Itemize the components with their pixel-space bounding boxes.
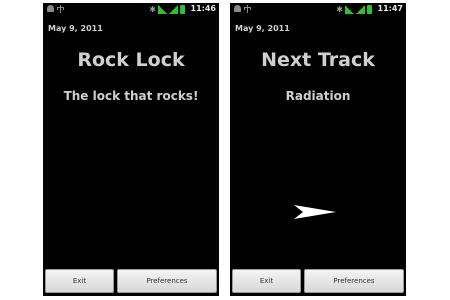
battery-icon xyxy=(180,5,185,14)
notification-icons xyxy=(234,5,251,13)
date-label: May 9, 2011 xyxy=(48,24,103,33)
status-clock: 11:46 xyxy=(190,4,216,13)
preferences-button[interactable]: Preferences xyxy=(117,269,217,293)
app-title: Rock Lock xyxy=(77,49,185,71)
status-bar: ✱ 11:46 xyxy=(43,3,219,17)
phone-screen-next-track: ✱ 11:47 May 9, 2011 Next Track Radiation… xyxy=(230,3,406,296)
system-icons: ✱ xyxy=(336,5,372,14)
bluetooth-icon: ✱ xyxy=(149,5,156,14)
android-icon xyxy=(234,5,241,12)
android-icon xyxy=(47,5,54,12)
arrow-right-icon[interactable] xyxy=(294,204,336,220)
button-bar: Exit Preferences xyxy=(230,269,406,296)
screenshot-stage: ✱ 11:46 May 9, 2011 Rock Lock The lock t… xyxy=(0,0,450,300)
signal-icon xyxy=(356,5,365,14)
phone-screen-lock: ✱ 11:46 May 9, 2011 Rock Lock The lock t… xyxy=(43,3,219,296)
notification-icons xyxy=(47,5,64,13)
system-icons: ✱ xyxy=(149,5,185,14)
wifi-icon xyxy=(345,5,354,14)
app-subtitle: The lock that rocks! xyxy=(63,89,199,103)
status-bar: ✱ 11:47 xyxy=(230,3,406,17)
button-bar: Exit Preferences xyxy=(43,269,219,296)
usb-icon xyxy=(57,5,64,13)
exit-button[interactable]: Exit xyxy=(45,269,114,293)
date-label: May 9, 2011 xyxy=(235,24,290,33)
bluetooth-icon: ✱ xyxy=(336,5,343,14)
status-clock: 11:47 xyxy=(377,4,403,13)
signal-icon xyxy=(169,5,178,14)
battery-icon xyxy=(367,5,372,14)
action-title: Next Track xyxy=(261,49,375,71)
wifi-icon xyxy=(158,5,167,14)
exit-button[interactable]: Exit xyxy=(232,269,301,293)
usb-icon xyxy=(244,5,251,13)
track-name: Radiation xyxy=(285,89,351,103)
preferences-button[interactable]: Preferences xyxy=(304,269,404,293)
